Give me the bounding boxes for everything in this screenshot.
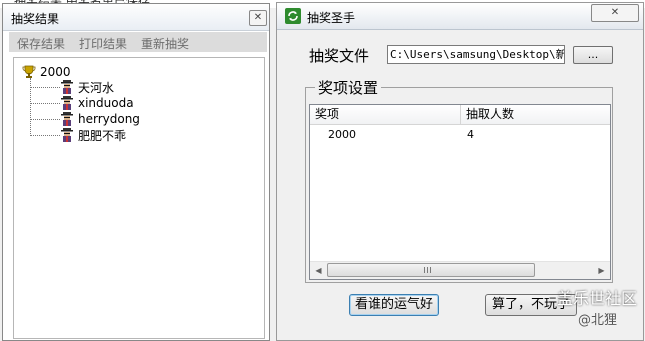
tree-node-winner[interactable]: xinduoda [30,95,134,111]
redraw-button[interactable]: 重新抽奖 [141,35,189,52]
prize-settings-title: 奖项设置 [315,77,382,98]
lottery-titlebar[interactable]: 抽奖圣手 ✕ [277,3,643,30]
column-header-count[interactable]: 抽取人数 [461,105,610,124]
print-results-button[interactable]: 打印结果 [79,35,127,52]
scroll-left-icon[interactable]: ◀ [310,262,327,279]
results-close-button[interactable]: ✕ [249,10,267,26]
winner-name: xinduoda [78,96,134,110]
count-cell: 4 [467,128,474,141]
file-label: 抽奖文件 [309,47,370,65]
winners-tree[interactable]: 2000 天河水 xinduoda herrydong 肥肥不乖 [13,57,265,339]
column-header-prize[interactable]: 奖项 [310,105,461,124]
scrollbar-thumb[interactable] [327,263,535,277]
tree-node-winner[interactable]: 肥肥不乖 [30,127,126,143]
app-icon [285,8,301,24]
tree-node-winner[interactable]: 天河水 [30,79,114,95]
draw-button[interactable]: 看谁的运气好 [349,294,439,316]
trophy-icon [22,65,36,78]
file-path-field[interactable]: C:\Users\samsung\Desktop\新建 [387,45,565,64]
results-titlebar[interactable]: 抽奖结果 ✕ [3,4,269,31]
winner-name: 天河水 [78,80,115,95]
prize-cell: 2000 [328,128,356,141]
winner-person-icon [61,96,73,110]
results-window: 抽奖结果 ✕ 保存结果 打印结果 重新抽奖 2000 天河水 xinduoda [2,3,270,341]
tree-branch [30,86,60,88]
tree-root-label: 2000 [40,65,71,79]
horizontal-scrollbar[interactable]: ◀ ▶ [310,261,610,279]
tree-node-winner[interactable]: herrydong [30,111,140,127]
prize-list-header: 奖项 抽取人数 [310,105,610,125]
winner-person-icon [61,128,73,142]
tree-branch [30,134,60,136]
winner-person-icon [61,112,73,126]
tree-branch [30,102,60,104]
tree-root-node[interactable]: 2000 [22,65,71,79]
browse-button[interactable]: ... [573,46,613,64]
prize-row[interactable]: 2000 4 [310,127,610,143]
scroll-right-icon[interactable]: ▶ [593,262,610,279]
lottery-title: 抽奖圣手 [307,11,356,25]
watermark-site: 盖乐世社区 [557,289,638,308]
lottery-close-button[interactable]: ✕ [591,4,639,22]
results-toolbar: 保存结果 打印结果 重新抽奖 [9,32,267,52]
save-results-button[interactable]: 保存结果 [17,35,65,52]
results-title: 抽奖结果 [11,12,60,26]
winner-name: 肥肥不乖 [78,128,127,143]
prize-list[interactable]: 奖项 抽取人数 2000 4 ◀ ▶ [309,104,611,280]
winner-person-icon [61,80,73,94]
watermark-user: @北狸 [578,313,618,328]
winner-name: herrydong [78,112,140,126]
tree-branch [30,118,60,120]
scrollbar-grip-icon [424,267,433,273]
